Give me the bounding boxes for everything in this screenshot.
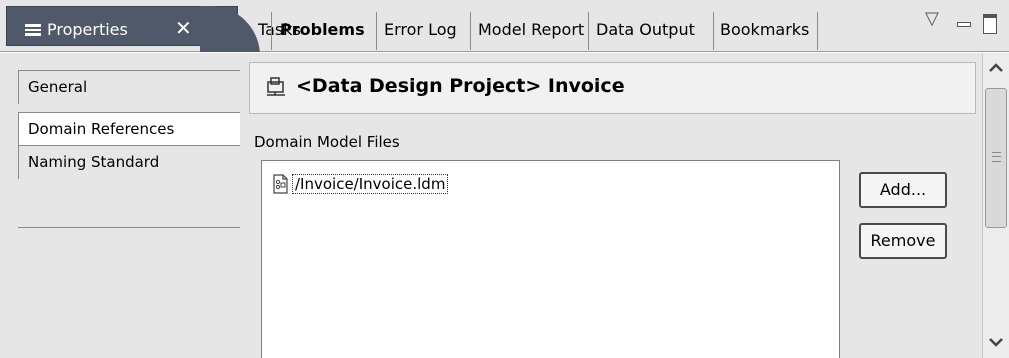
properties-icon: [25, 24, 41, 36]
sidebar-item-general[interactable]: General: [18, 70, 240, 104]
tab-bookmarks[interactable]: Bookmarks: [720, 12, 809, 50]
minimize-icon[interactable]: [957, 22, 971, 27]
tab-error-log[interactable]: Error Log: [384, 12, 457, 50]
tab-model-report[interactable]: Model Report: [478, 12, 584, 50]
vertical-scrollbar[interactable]: [982, 53, 1009, 358]
domain-model-files-label: Domain Model Files: [254, 133, 400, 151]
grip-icon: [992, 152, 1001, 162]
file-name: /Invoice/Invoice.ldm: [292, 174, 449, 194]
add-button[interactable]: Add...: [859, 172, 947, 208]
properties-content: <Data Design Project> Invoice Domain Mod…: [240, 53, 982, 358]
scroll-up-icon[interactable]: [985, 57, 1007, 79]
sidebar-item-domain-references[interactable]: Domain References: [18, 112, 240, 146]
properties-header: <Data Design Project> Invoice: [249, 62, 976, 114]
view-menu-icon[interactable]: ▽: [925, 8, 939, 29]
sidebar-divider: [18, 227, 240, 228]
properties-category-list: General Domain References Naming Standar…: [0, 53, 240, 358]
domain-model-files-list[interactable]: /Invoice/Invoice.ldm: [261, 160, 840, 358]
maximize-icon[interactable]: [983, 14, 997, 34]
tab-problems[interactable]: Problems: [280, 12, 365, 50]
tab-properties-label: Properties: [47, 20, 128, 39]
remove-button[interactable]: Remove: [859, 223, 947, 259]
tab-separator: [271, 12, 272, 50]
tab-separator: [588, 12, 589, 50]
close-icon[interactable]: ✕: [175, 16, 192, 40]
tab-data-output[interactable]: Data Output: [596, 12, 695, 50]
tab-separator: [470, 12, 471, 50]
scrollbar-thumb[interactable]: [985, 88, 1007, 228]
scroll-down-icon[interactable]: [985, 331, 1007, 353]
view-tab-bar: Properties ✕ Tasks Problems Error Log Mo…: [0, 0, 1009, 52]
page-title: <Data Design Project> Invoice: [296, 75, 625, 97]
model-file-icon: [273, 174, 288, 194]
tab-separator: [817, 12, 818, 50]
project-icon: [267, 77, 285, 96]
tab-separator: [713, 12, 714, 50]
list-item[interactable]: /Invoice/Invoice.ldm: [270, 173, 449, 195]
sidebar-item-naming-standard[interactable]: Naming Standard: [18, 145, 240, 179]
tab-separator: [376, 12, 377, 50]
